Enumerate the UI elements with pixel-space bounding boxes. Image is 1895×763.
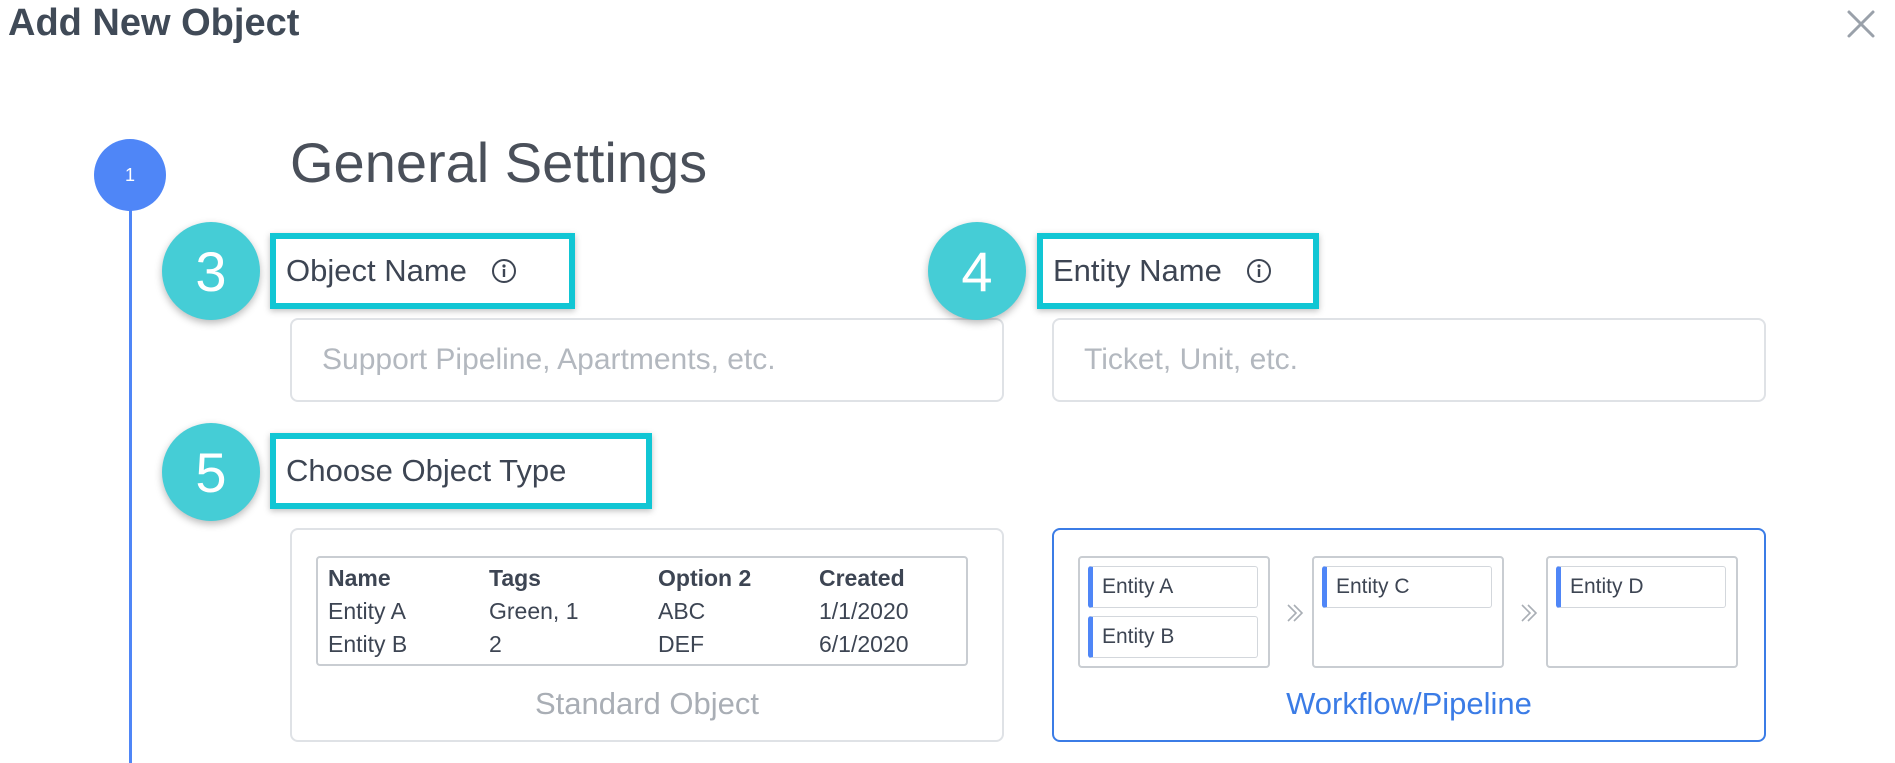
workflow-pipeline-caption: Workflow/Pipeline: [1286, 686, 1532, 721]
callout-badge-3: 3: [162, 222, 260, 320]
info-icon[interactable]: [491, 258, 517, 284]
entity-name-input[interactable]: [1052, 318, 1766, 402]
column-header: Created: [819, 565, 905, 591]
column-header: Tags: [489, 565, 541, 591]
pipeline-stage: Entity A Entity B: [1078, 556, 1270, 668]
standard-object-preview-table: Name Tags Option 2 Created Entity A Gree…: [316, 556, 968, 666]
step-progress-line: [129, 206, 132, 763]
object-type-label: Choose Object Type: [270, 433, 652, 509]
object-name-label: Object Name: [270, 233, 575, 309]
double-chevron-right-icon: [1521, 604, 1538, 622]
pipeline-stage: Entity C: [1312, 556, 1504, 668]
entity-card: Entity D: [1556, 566, 1726, 608]
section-title: General Settings: [290, 131, 708, 194]
entity-card: Entity C: [1322, 566, 1492, 608]
table-header-row: Name Tags Option 2 Created: [328, 562, 959, 595]
info-icon[interactable]: [1246, 258, 1272, 284]
double-chevron-right-icon: [1287, 604, 1304, 622]
table-cell: ABC: [658, 598, 706, 624]
column-header: Option 2: [658, 565, 752, 591]
object-name-label-text: Object Name: [286, 253, 467, 288]
dialog-title: Add New Object: [8, 2, 300, 44]
step-number-indicator: 1: [94, 139, 166, 211]
table-cell-name: Entity B: [328, 631, 408, 657]
pipeline-stage: Entity D: [1546, 556, 1738, 668]
column-header: Name: [328, 565, 391, 591]
entity-card: Entity A: [1088, 566, 1258, 608]
close-icon[interactable]: [1837, 0, 1885, 48]
object-type-label-text: Choose Object Type: [286, 453, 567, 488]
table-cell: DEF: [658, 631, 704, 657]
object-name-input[interactable]: [290, 318, 1004, 402]
standard-object-caption: Standard Object: [534, 686, 760, 721]
workflow-pipeline-option[interactable]: Entity A Entity B Entity C Entity D Work…: [1052, 528, 1766, 742]
table-cell: 6/1/2020: [819, 631, 909, 657]
callout-badge-5: 5: [162, 423, 260, 521]
callout-badge-4: 4: [928, 222, 1026, 320]
entity-name-label: Entity Name: [1037, 233, 1319, 309]
table-row: Entity A Green, 1 ABC 1/1/2020: [328, 595, 959, 628]
table-cell: 2: [489, 631, 502, 657]
table-cell: Green, 1: [489, 598, 579, 624]
standard-object-option[interactable]: Name Tags Option 2 Created Entity A Gree…: [290, 528, 1004, 742]
table-row: Entity B 2 DEF 6/1/2020: [328, 628, 959, 661]
table-cell: 1/1/2020: [819, 598, 909, 624]
entity-name-label-text: Entity Name: [1053, 253, 1222, 288]
table-cell-name: Entity A: [328, 598, 406, 624]
entity-card: Entity B: [1088, 616, 1258, 658]
